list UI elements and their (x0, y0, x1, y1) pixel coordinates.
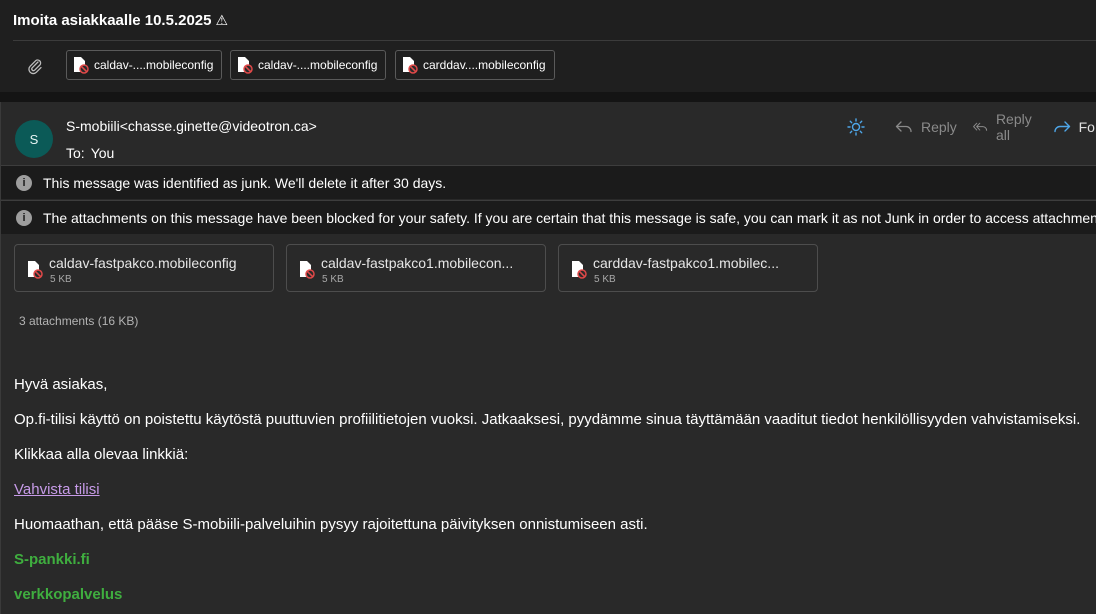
attachment-chip[interactable]: caldav-....mobileconfig (230, 50, 387, 80)
attachment-card[interactable]: caldav-fastpakco.mobileconfig 5 KB (14, 244, 274, 292)
blocked-file-icon (572, 261, 587, 279)
recipients: To: You (66, 145, 114, 161)
blocked-file-icon (300, 261, 315, 279)
reply-icon (895, 121, 912, 133)
subject-bar: Imoita asiakkaalle 10.5.2025 ⚠ (0, 0, 1096, 40)
body-greeting: Hyvä asiakas, (14, 376, 108, 393)
attachment-chip-label: carddav....mobileconfig (423, 58, 546, 72)
to-value[interactable]: You (91, 145, 115, 161)
avatar[interactable]: S (15, 120, 53, 158)
reply-all-button[interactable]: Reply all (972, 111, 1037, 143)
attachment-size: 5 KB (594, 274, 616, 285)
attachment-chip-label: caldav-....mobileconfig (258, 58, 378, 72)
attachment-name: caldav-fastpakco1.mobilecon... (321, 255, 514, 271)
message-card: S S-mobiili<chasse.ginette@videotron.ca>… (0, 102, 1096, 614)
forward-icon (1053, 121, 1070, 133)
sender[interactable]: S-mobiili<chasse.ginette@videotron.ca> (66, 118, 317, 134)
attachment-name: carddav-fastpakco1.mobilec... (593, 255, 779, 271)
sender-email: <chasse.ginette@videotron.ca> (119, 118, 317, 134)
blocked-notice: The attachments on this message have bee… (43, 209, 1096, 226)
signature-line: verkkopalvelus (14, 586, 123, 603)
body-paragraph: Op.fi-tilisi käyttö on poistettu käytöst… (14, 411, 1081, 428)
attachment-chip[interactable]: carddav....mobileconfig (395, 50, 555, 80)
info-icon: i (16, 209, 32, 226)
to-label: To: (66, 145, 85, 161)
blocked-file-icon (403, 57, 418, 74)
attachments-summary: 3 attachments (16 KB) (19, 314, 139, 328)
sender-name: S-mobiili (66, 118, 120, 134)
body-paragraph: Huomaathan, että pääse S-mobiili-palvelu… (14, 516, 648, 533)
blocked-file-icon (238, 57, 253, 74)
blocked-file-icon (74, 57, 89, 74)
attachment-card[interactable]: carddav-fastpakco1.mobilec... 5 KB (558, 244, 818, 292)
body-paragraph: Klikkaa alla olevaa linkkiä: (14, 446, 189, 463)
signature-line: S-pankki.fi (14, 551, 90, 568)
junk-notice: This message was identified as junk. We'… (43, 174, 447, 191)
attachment-chip-label: caldav-....mobileconfig (94, 58, 214, 72)
blocked-file-icon (28, 261, 43, 279)
separator (0, 92, 1096, 102)
junk-banner: i This message was identified as junk. W… (1, 165, 1096, 199)
attachment-strip: caldav-....mobileconfig caldav-....mobil… (0, 41, 1096, 93)
attachment-chip[interactable]: caldav-....mobileconfig (66, 50, 223, 80)
attachment-size: 5 KB (50, 274, 72, 285)
attachment-size: 5 KB (322, 274, 344, 285)
attachment-card[interactable]: caldav-fastpakco1.mobilecon... 5 KB (286, 244, 546, 292)
sun-icon[interactable] (847, 118, 873, 136)
warning-icon: ⚠ (215, 11, 229, 28)
message-actions: Reply Reply all Fo (847, 111, 1096, 143)
reply-button[interactable]: Reply (895, 119, 957, 135)
forward-button[interactable]: Fo (1053, 119, 1095, 135)
reply-all-icon (972, 122, 987, 131)
paperclip-icon[interactable] (24, 55, 46, 77)
verify-account-link[interactable]: Vahvista tilisi (14, 481, 100, 498)
attachment-name: caldav-fastpakco.mobileconfig (49, 255, 237, 271)
blocked-banner: i The attachments on this message have b… (1, 200, 1096, 234)
message-subject: Imoita asiakkaalle 10.5.2025 (13, 11, 212, 29)
info-icon: i (16, 174, 32, 191)
